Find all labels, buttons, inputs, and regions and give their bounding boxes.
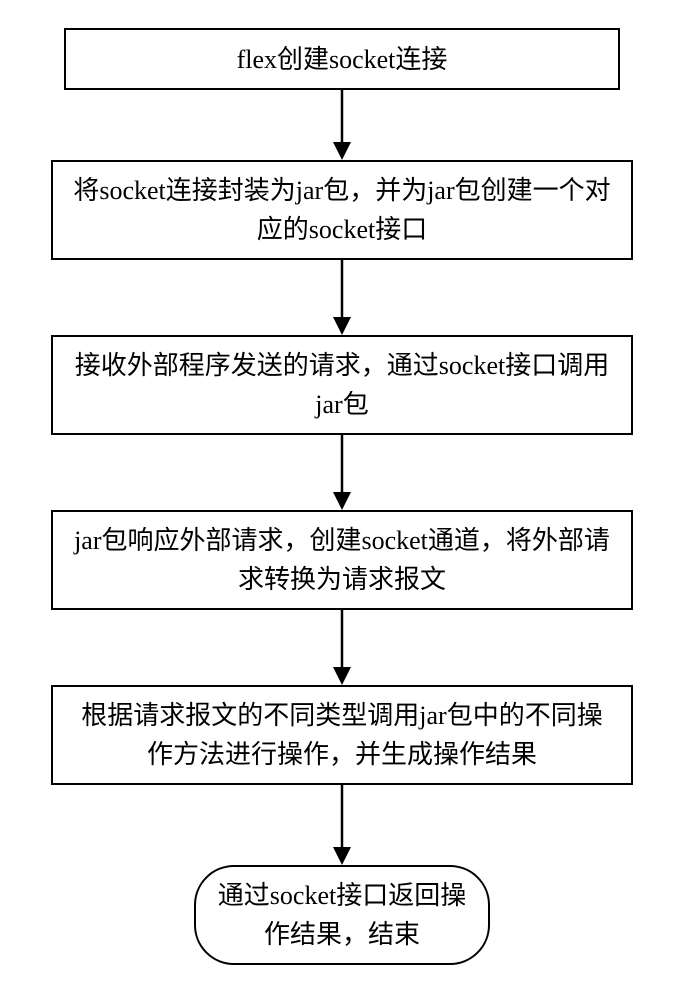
arrow-1-2	[330, 90, 354, 160]
step-4-jar-response: jar包响应外部请求，创建socket通道，将外部请求转换为请求报文	[51, 510, 633, 610]
step-6-return-result-end: 通过socket接口返回操作结果，结束	[194, 865, 490, 965]
arrow-3-4	[330, 435, 354, 510]
arrow-4-5	[330, 610, 354, 685]
arrow-2-3	[330, 260, 354, 335]
step-3-text: 接收外部程序发送的请求，通过socket接口调用jar包	[73, 346, 611, 424]
step-2-text: 将socket连接封装为jar包，并为jar包创建一个对应的socket接口	[73, 171, 611, 249]
step-4-text: jar包响应外部请求，创建socket通道，将外部请求转换为请求报文	[73, 521, 611, 599]
step-1-text: flex创建socket连接	[237, 40, 448, 79]
step-1-flex-create-socket: flex创建socket连接	[64, 28, 620, 90]
arrow-5-6	[330, 785, 354, 865]
step-2-wrap-jar: 将socket连接封装为jar包，并为jar包创建一个对应的socket接口	[51, 160, 633, 260]
flowchart-container: flex创建socket连接 将socket连接封装为jar包，并为jar包创建…	[0, 0, 684, 1000]
step-5-operate-by-type: 根据请求报文的不同类型调用jar包中的不同操作方法进行操作，并生成操作结果	[51, 685, 633, 785]
step-3-receive-request: 接收外部程序发送的请求，通过socket接口调用jar包	[51, 335, 633, 435]
step-6-text: 通过socket接口返回操作结果，结束	[216, 876, 468, 954]
step-5-text: 根据请求报文的不同类型调用jar包中的不同操作方法进行操作，并生成操作结果	[73, 696, 611, 774]
